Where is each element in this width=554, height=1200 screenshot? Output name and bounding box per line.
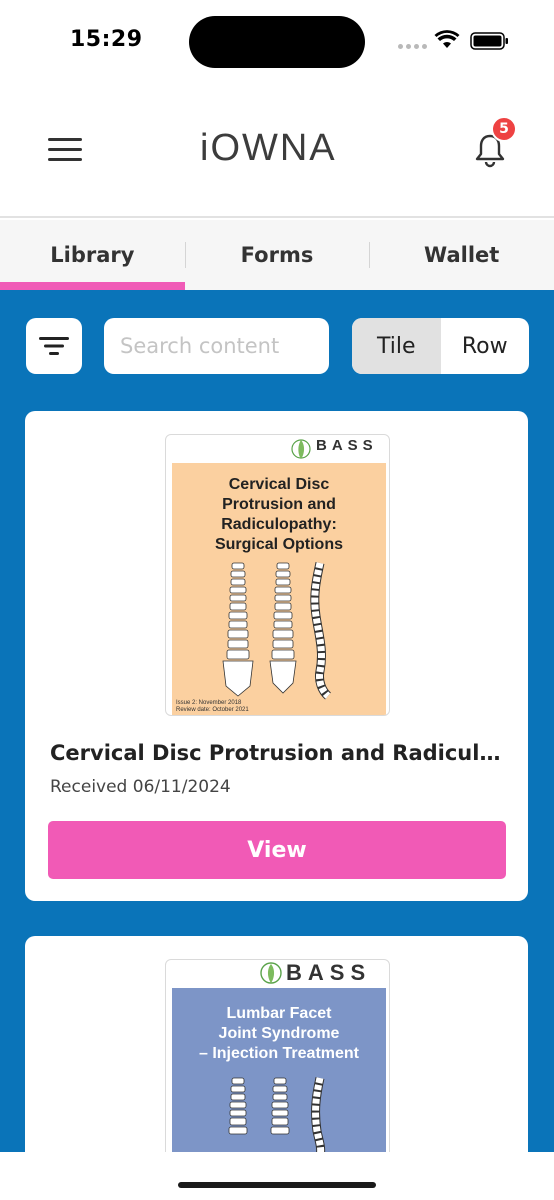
spine-illustration-icon — [228, 1077, 326, 1152]
library-content: Tile Row BASS Cervical Disc Protrusion a… — [0, 290, 554, 1152]
status-time: 15:29 — [70, 27, 143, 52]
tab-bar: Library Forms Wallet — [0, 220, 554, 290]
bass-logo: BASS — [166, 960, 389, 988]
cover-title: Lumbar Facet Joint Syndrome – Injection … — [198, 1005, 360, 1062]
view-button[interactable]: View — [48, 821, 506, 879]
tab-library[interactable]: Library — [0, 220, 185, 290]
document-cover: Cervical Disc Protrusion and Radiculopat… — [172, 463, 386, 715]
tab-forms[interactable]: Forms — [184, 220, 370, 290]
content-card: BASS Cervical Disc Protrusion and Radicu… — [25, 411, 528, 901]
bass-logo: BASS — [166, 435, 389, 463]
battery-icon — [470, 32, 508, 50]
filter-button[interactable] — [26, 318, 82, 374]
app-logo: iOWNA — [200, 126, 337, 169]
home-indicator[interactable] — [178, 1182, 376, 1188]
card-date: Received 06/11/2024 — [50, 777, 231, 797]
hamburger-menu-icon[interactable] — [46, 135, 84, 165]
cover-title: Cervical Disc Protrusion and Radiculopat… — [214, 476, 343, 553]
status-bar: 15:29 — [0, 0, 554, 84]
bottom-safe-area — [0, 1152, 554, 1200]
notification-badge: 5 — [491, 116, 517, 142]
leaf-icon — [291, 439, 311, 459]
document-thumbnail[interactable]: BASS Lumbar Facet Joint Syndrome – Injec… — [165, 959, 390, 1152]
view-toggle: Tile Row — [352, 318, 529, 374]
content-card: BASS Lumbar Facet Joint Syndrome – Injec… — [25, 936, 528, 1152]
dynamic-island — [189, 16, 365, 68]
toggle-row[interactable]: Row — [441, 318, 530, 374]
cover-meta: Issue 2: November 2018 Review date: Octob… — [176, 700, 249, 713]
spine-illustration-icon — [222, 562, 332, 700]
logo-text: iOWNA — [200, 126, 337, 169]
app-header: iOWNA — [0, 84, 554, 218]
document-cover: Lumbar Facet Joint Syndrome – Injection … — [172, 988, 386, 1152]
tab-wallet[interactable]: Wallet — [369, 220, 554, 290]
toggle-tile[interactable]: Tile — [352, 318, 441, 374]
document-thumbnail[interactable]: BASS Cervical Disc Protrusion and Radicu… — [165, 434, 390, 716]
leaf-icon — [260, 962, 282, 984]
search-input[interactable] — [104, 318, 329, 374]
wifi-icon — [434, 30, 460, 48]
card-title: Cervical Disc Protrusion and Radiculopat… — [50, 741, 505, 765]
cellular-signal-icon — [398, 44, 427, 49]
filter-icon — [39, 337, 69, 355]
